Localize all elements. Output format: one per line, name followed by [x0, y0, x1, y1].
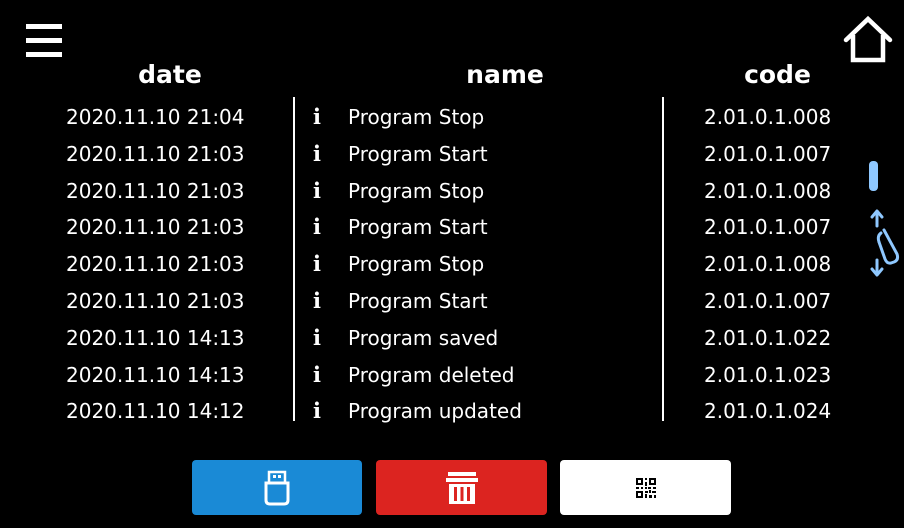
log-name: Program updated [348, 399, 522, 424]
column-header-name: name [466, 60, 544, 89]
log-date: 2020.11.10 21:03 [66, 215, 245, 240]
scrollbar-thumb[interactable] [869, 161, 878, 191]
log-code: 2.01.0.1.024 [704, 399, 832, 424]
log-name: Program Stop [348, 252, 485, 277]
info-icon: i [313, 251, 321, 277]
log-row[interactable]: 2020.11.10 21:03 i Program Start 2.01.0.… [0, 209, 860, 246]
usb-export-button[interactable] [192, 460, 362, 515]
info-icon: i [313, 214, 321, 240]
log-row[interactable]: 2020.11.10 21:03 i Program Stop 2.01.0.1… [0, 246, 860, 283]
drag-scroll-icon[interactable] [866, 206, 902, 282]
info-icon: i [313, 398, 321, 424]
log-date: 2020.11.10 21:03 [66, 141, 245, 166]
info-icon: i [313, 177, 321, 203]
log-date: 2020.11.10 14:13 [66, 362, 245, 387]
log-code: 2.01.0.1.023 [704, 362, 832, 387]
log-name: Program Start [348, 288, 488, 313]
info-icon: i [313, 361, 321, 387]
delete-button[interactable] [376, 460, 547, 515]
log-name: Program Stop [348, 105, 485, 129]
log-name: Program Start [348, 141, 488, 166]
log-code: 2.01.0.1.022 [704, 325, 832, 350]
info-icon: i [313, 324, 321, 350]
log-code: 2.01.0.1.008 [704, 252, 832, 277]
log-row[interactable]: 2020.11.10 14:13 i Program saved 2.01.0.… [0, 320, 860, 357]
log-code: 2.01.0.1.008 [704, 105, 832, 129]
log-row[interactable]: 2020.11.10 21:03 i Program Start 2.01.0.… [0, 136, 860, 173]
qr-code-icon [634, 476, 657, 499]
column-header-code: code [744, 60, 811, 89]
log-row[interactable]: 2020.11.10 14:12 i Program updated 2.01.… [0, 393, 860, 430]
log-name: Program Stop [348, 178, 485, 203]
log-row[interactable]: 2020.11.10 14:13 i Program deleted 2.01.… [0, 357, 860, 394]
usb-icon [264, 470, 290, 505]
info-icon: i [313, 140, 321, 166]
info-icon: i [313, 104, 321, 129]
menu-icon[interactable] [26, 21, 62, 61]
log-row[interactable]: 2020.11.10 21:03 i Program Start 2.01.0.… [0, 283, 860, 320]
event-log-screen: date name code 2020.11.10 21:04 i Progra… [0, 0, 904, 528]
qr-code-button[interactable] [560, 460, 731, 515]
trash-icon [445, 471, 478, 504]
log-date: 2020.11.10 21:04 [66, 105, 245, 129]
log-date: 2020.11.10 21:03 [66, 178, 245, 203]
log-name: Program deleted [348, 362, 515, 387]
log-date: 2020.11.10 14:12 [66, 399, 245, 424]
home-icon[interactable] [842, 14, 894, 64]
log-row[interactable]: 2020.11.10 21:04 i Program Stop 2.01.0.1… [0, 99, 860, 136]
log-date: 2020.11.10 21:03 [66, 252, 245, 277]
event-log-list[interactable]: 2020.11.10 21:04 i Program Stop 2.01.0.1… [0, 99, 860, 430]
log-code: 2.01.0.1.007 [704, 215, 832, 240]
log-date: 2020.11.10 14:13 [66, 325, 245, 350]
log-name: Program Start [348, 215, 488, 240]
info-icon: i [313, 287, 321, 313]
log-code: 2.01.0.1.007 [704, 141, 832, 166]
log-code: 2.01.0.1.008 [704, 178, 832, 203]
log-code: 2.01.0.1.007 [704, 288, 832, 313]
column-header-date: date [138, 60, 202, 89]
log-name: Program saved [348, 325, 499, 350]
log-date: 2020.11.10 21:03 [66, 288, 245, 313]
log-row[interactable]: 2020.11.10 21:03 i Program Stop 2.01.0.1… [0, 173, 860, 210]
